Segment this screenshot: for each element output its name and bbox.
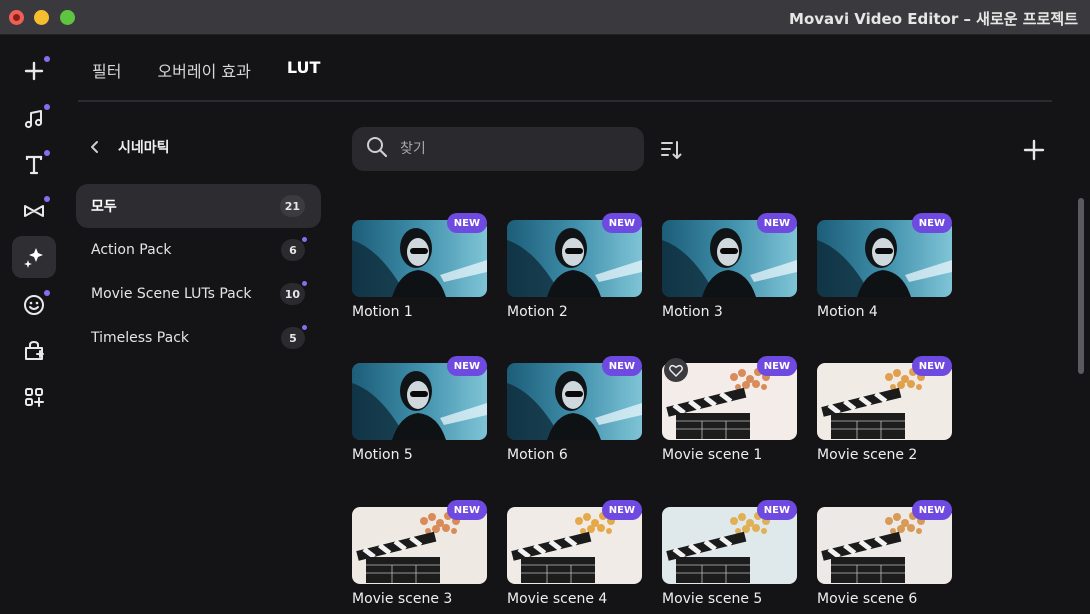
favorite-button[interactable] xyxy=(664,358,688,382)
new-badge: NEW xyxy=(446,356,487,376)
new-badge: NEW xyxy=(601,213,642,233)
lut-card[interactable]: NEW Movie scene 2 xyxy=(817,356,952,476)
search-icon xyxy=(366,136,388,162)
search-box[interactable] xyxy=(352,127,644,171)
category-count-badge: 6 xyxy=(281,237,307,261)
tab-lut[interactable]: LUT xyxy=(287,58,321,86)
music-icon xyxy=(24,110,43,129)
lut-card-label: Movie scene 3 xyxy=(352,591,453,607)
new-indicator-dot xyxy=(44,104,50,110)
new-indicator-dot xyxy=(302,237,307,242)
category-item-label: 모두 xyxy=(91,199,117,215)
category-item-label: Timeless Pack xyxy=(91,330,189,346)
tabs-divider xyxy=(78,100,1052,102)
lut-card[interactable]: NEW Movie scene 1 xyxy=(662,356,797,476)
new-indicator-dot xyxy=(302,281,307,286)
lut-card[interactable]: NEW Movie scene 3 xyxy=(352,500,487,614)
tab-filters[interactable]: 필터 xyxy=(92,58,121,86)
lut-card[interactable]: NEW Movie scene 5 xyxy=(662,500,797,614)
new-indicator-dot xyxy=(44,196,50,202)
lut-card-label: Movie scene 1 xyxy=(662,447,763,463)
tool-rail xyxy=(0,36,68,614)
lut-card-label: Movie scene 6 xyxy=(817,591,918,607)
new-indicator-dot xyxy=(302,325,307,330)
add-lut-button[interactable] xyxy=(1019,135,1049,165)
lut-card[interactable]: NEW Movie scene 4 xyxy=(507,500,642,614)
category-item[interactable]: 모두 21 xyxy=(76,184,321,228)
lut-card-label: Motion 4 xyxy=(817,304,878,320)
grid-scrollbar[interactable] xyxy=(1078,198,1084,374)
rail-button-transition[interactable] xyxy=(12,190,56,232)
new-badge: NEW xyxy=(446,500,487,520)
lut-card[interactable]: NEW Motion 1 xyxy=(352,213,487,333)
back-chevron-icon[interactable] xyxy=(90,138,104,156)
new-badge: NEW xyxy=(911,356,952,376)
lut-card[interactable]: NEW Motion 6 xyxy=(507,356,642,476)
new-indicator-dot xyxy=(44,290,50,296)
new-badge: NEW xyxy=(756,500,797,520)
sort-icon xyxy=(661,141,682,159)
store-icon xyxy=(25,340,44,360)
maximize-window-button[interactable] xyxy=(60,10,75,25)
category-header[interactable]: 시네마틱 xyxy=(90,137,170,157)
lut-card-label: Movie scene 5 xyxy=(662,591,763,607)
heart-icon xyxy=(669,364,683,377)
rail-button-music[interactable] xyxy=(12,98,56,140)
tab-overlay-effects[interactable]: 오버레이 효과 xyxy=(157,58,250,86)
lut-card[interactable]: NEW Motion 2 xyxy=(507,213,642,333)
search-input[interactable] xyxy=(400,141,620,157)
plus-icon xyxy=(1023,139,1045,161)
effect-tabs: 필터 오버레이 효과 LUT xyxy=(92,58,320,86)
rail-button-sticker[interactable] xyxy=(12,284,56,326)
category-item-label: Movie Scene LUTs Pack xyxy=(91,286,252,302)
new-badge: NEW xyxy=(756,356,797,376)
lut-card-label: Movie scene 4 xyxy=(507,591,608,607)
minimize-window-button[interactable] xyxy=(34,10,49,25)
category-item[interactable]: Movie Scene LUTs Pack 10 xyxy=(76,272,321,316)
lut-card-label: Motion 2 xyxy=(507,304,568,320)
close-window-button[interactable] xyxy=(9,10,24,25)
new-indicator-dot xyxy=(44,150,50,156)
plus-icon xyxy=(24,61,44,81)
category-title: 시네마틱 xyxy=(118,140,170,156)
category-item-label: Action Pack xyxy=(91,242,172,258)
sort-button[interactable] xyxy=(658,137,684,163)
new-badge: NEW xyxy=(911,500,952,520)
rail-button-plus[interactable] xyxy=(12,50,56,92)
category-item[interactable]: Action Pack 6 xyxy=(76,228,321,272)
rail-button-effects[interactable] xyxy=(12,236,56,278)
new-badge: NEW xyxy=(911,213,952,233)
lut-card[interactable]: NEW Motion 4 xyxy=(817,213,952,333)
lut-card[interactable]: NEW Motion 5 xyxy=(352,356,487,476)
category-item[interactable]: Timeless Pack 5 xyxy=(76,316,321,360)
lut-card-label: Motion 3 xyxy=(662,304,723,320)
lut-card-label: Motion 5 xyxy=(352,447,413,463)
new-badge: NEW xyxy=(756,213,797,233)
lut-card[interactable]: NEW Motion 3 xyxy=(662,213,797,333)
new-badge: NEW xyxy=(601,356,642,376)
lut-card-label: Movie scene 2 xyxy=(817,447,918,463)
rail-button-more-apps[interactable] xyxy=(12,376,56,418)
title-bar: Movavi Video Editor – 새로운 프로젝트 xyxy=(0,0,1090,35)
category-list: 모두 21 Action Pack 6 Movie Scene LUTs Pack 10 T… xyxy=(76,184,321,360)
new-indicator-dot xyxy=(44,56,50,62)
lut-card[interactable]: NEW Movie scene 6 xyxy=(817,500,952,614)
lut-card-label: Motion 6 xyxy=(507,447,568,463)
category-count-badge: 10 xyxy=(279,281,307,305)
category-count-badge: 5 xyxy=(281,325,307,349)
transition-icon xyxy=(24,205,44,217)
lut-card-label: Motion 1 xyxy=(352,304,413,320)
category-count-badge: 21 xyxy=(279,195,305,217)
effects-icon xyxy=(24,248,43,268)
rail-button-text[interactable] xyxy=(12,144,56,186)
new-badge: NEW xyxy=(446,213,487,233)
sticker-icon xyxy=(24,295,44,315)
more-apps-icon xyxy=(25,388,44,407)
rail-button-store[interactable] xyxy=(12,330,56,372)
window-title: Movavi Video Editor – 새로운 프로젝트 xyxy=(789,10,1078,28)
new-badge: NEW xyxy=(601,500,642,520)
text-icon xyxy=(25,155,43,175)
